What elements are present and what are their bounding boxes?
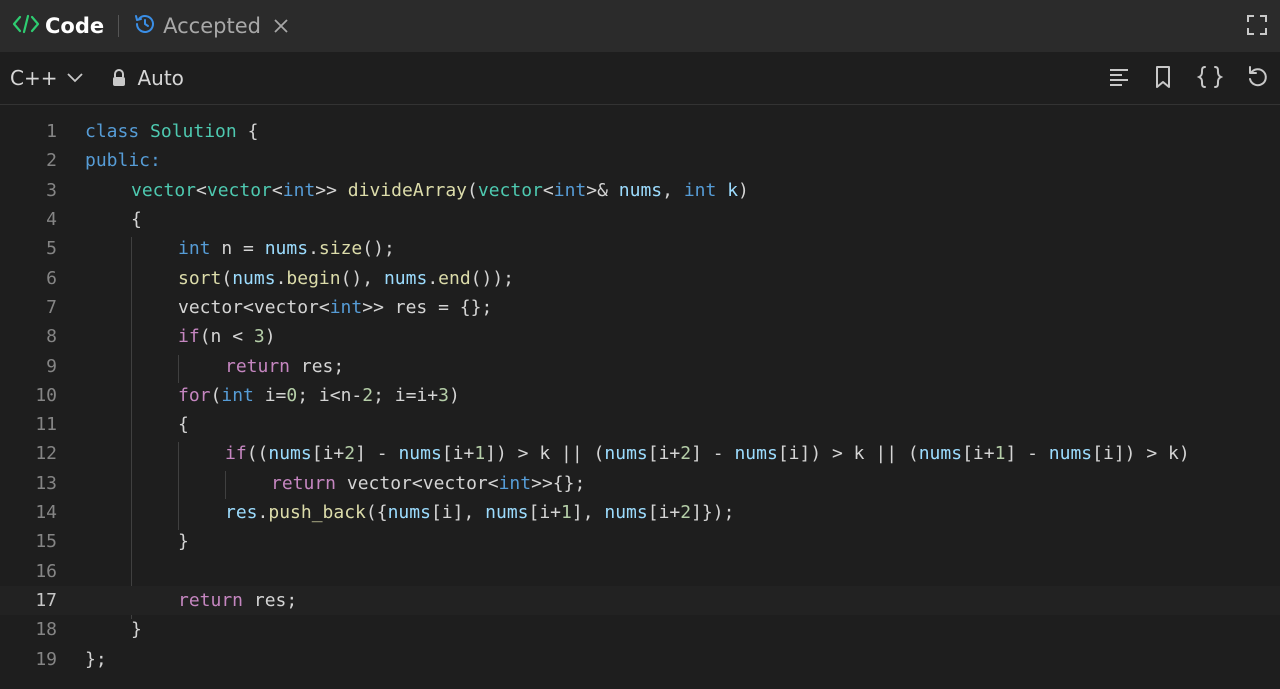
code-text: } xyxy=(131,619,142,641)
line-number: 13 xyxy=(35,472,57,494)
code-line: 7 vector<vector<int>> res = {}; xyxy=(0,293,1280,322)
code-text: for(int i=0; i<n-2; i=i+3) xyxy=(178,384,460,406)
code-line: 19 }; xyxy=(0,644,1280,673)
chevron-down-icon xyxy=(67,73,84,83)
fullscreen-icon[interactable] xyxy=(1246,14,1268,40)
code-text: sort(nums.begin(), nums.end()); xyxy=(178,267,515,289)
code-line: 1 class Solution { xyxy=(0,117,1280,146)
code-line: 14 res.push_back({nums[i], nums[i+1], nu… xyxy=(0,498,1280,527)
line-number: 3 xyxy=(46,179,57,201)
lock-icon xyxy=(111,69,127,87)
code-brackets-icon xyxy=(12,13,40,39)
code-line: 18 } xyxy=(0,615,1280,644)
code-text: public: xyxy=(85,150,161,172)
code-line: 5 int n = nums.size(); xyxy=(0,234,1280,263)
line-number: 8 xyxy=(46,326,57,348)
braces-icon[interactable] xyxy=(1196,65,1224,89)
code-line: 6 sort(nums.begin(), nums.end()); xyxy=(0,264,1280,293)
line-number: 14 xyxy=(35,502,57,524)
code-text: vector<vector<int>> divideArray(vector<i… xyxy=(131,179,749,201)
line-number: 10 xyxy=(35,384,57,406)
tab-separator xyxy=(118,15,120,37)
code-text: if((nums[i+2] - nums[i+1]) > k || (nums[… xyxy=(225,443,1190,465)
line-number: 4 xyxy=(46,209,57,231)
code-line: 12 if((nums[i+2] - nums[i+1]) > k || (nu… xyxy=(0,439,1280,468)
bookmark-icon[interactable] xyxy=(1152,65,1174,89)
code-text: res.push_back({nums[i], nums[i+1], nums[… xyxy=(225,502,735,524)
tab-accepted-label: Accepted xyxy=(163,14,261,38)
language-select[interactable]: C++ xyxy=(10,66,84,90)
code-line: 11 { xyxy=(0,410,1280,439)
line-number: 2 xyxy=(46,150,57,172)
code-text: vector<vector<int>> res = {}; xyxy=(178,296,493,318)
editor-tools xyxy=(1108,65,1270,89)
code-line: 15 } xyxy=(0,527,1280,556)
line-number: 7 xyxy=(46,296,57,318)
line-number: 5 xyxy=(46,238,57,260)
code-text: class Solution { xyxy=(85,121,259,143)
code-text: if(n < 3) xyxy=(178,326,276,348)
line-number: 16 xyxy=(35,560,57,582)
auto-mode[interactable]: Auto xyxy=(111,66,184,90)
align-left-icon[interactable] xyxy=(1108,66,1130,88)
line-number: 15 xyxy=(35,531,57,553)
editor-toolbar: C++ Auto xyxy=(0,52,1280,105)
line-number: 9 xyxy=(46,355,57,377)
code-line: 13 return vector<vector<int>>{}; xyxy=(0,469,1280,498)
code-text: { xyxy=(131,209,142,231)
code-text: }; xyxy=(85,648,107,670)
code-line: 3 vector<vector<int>> divideArray(vector… xyxy=(0,176,1280,205)
code-text: int n = nums.size(); xyxy=(178,238,395,260)
code-line: 10 for(int i=0; i<n-2; i=i+3) xyxy=(0,381,1280,410)
line-number: 17 xyxy=(35,589,57,611)
tab-code-label: Code xyxy=(45,14,105,38)
line-number: 19 xyxy=(35,648,57,670)
reset-icon[interactable] xyxy=(1246,65,1270,89)
code-text: return vector<vector<int>>{}; xyxy=(271,472,586,494)
code-line: 4 { xyxy=(0,205,1280,234)
line-number: 18 xyxy=(35,619,57,641)
code-text: return res; xyxy=(225,355,345,377)
code-text: } xyxy=(178,531,189,553)
code-text: { xyxy=(178,414,189,436)
code-line-active: 17 return res; xyxy=(0,585,1280,616)
auto-mode-label: Auto xyxy=(137,66,184,90)
code-line: 9 return res; xyxy=(0,351,1280,380)
history-icon xyxy=(133,12,157,40)
language-label: C++ xyxy=(10,66,58,90)
code-editor[interactable]: 1 class Solution { 2 public: 3 vector<ve… xyxy=(0,105,1280,688)
tab-accepted[interactable]: Accepted xyxy=(133,0,289,52)
code-line: 2 public: xyxy=(0,146,1280,175)
code-line: 16 xyxy=(0,557,1280,586)
line-number: 6 xyxy=(46,267,57,289)
line-number: 1 xyxy=(46,121,57,143)
code-text: return res; xyxy=(178,589,298,611)
editor-tabbar: Code Accepted xyxy=(0,0,1280,52)
close-icon[interactable] xyxy=(273,18,289,34)
line-number: 11 xyxy=(35,414,57,436)
line-number: 12 xyxy=(35,443,57,465)
tab-code[interactable]: Code xyxy=(12,0,104,52)
code-line: 8 if(n < 3) xyxy=(0,322,1280,351)
